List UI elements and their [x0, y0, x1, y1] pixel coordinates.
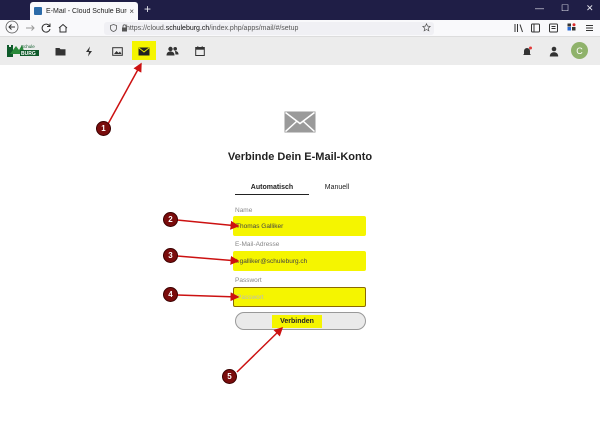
- sidebar-icon: [531, 23, 540, 33]
- menu-icon: [586, 25, 593, 31]
- contacts-nav[interactable]: [165, 44, 179, 58]
- url-path: /index.php/apps/mail/#/setup: [209, 25, 299, 32]
- tab-manual[interactable]: Manuell: [312, 184, 362, 191]
- name-field[interactable]: Thomas Galliker: [233, 216, 366, 236]
- photos-nav[interactable]: [110, 44, 124, 58]
- svg-text:BURG: BURG: [21, 51, 36, 57]
- annotation-badge-3: 3: [163, 248, 178, 263]
- arrow-5: [236, 326, 284, 373]
- calendar-icon: [195, 46, 205, 56]
- new-tab-button[interactable]: +: [144, 2, 151, 16]
- calendar-nav[interactable]: [193, 44, 207, 58]
- tracking-shield-icon[interactable]: [110, 24, 117, 34]
- annotation-badge-5: 5: [222, 369, 237, 384]
- arrow-2: [176, 219, 240, 230]
- browser-tab[interactable]: E-Mail - Cloud Schule Burg ×: [30, 2, 138, 20]
- arrow-4: [176, 292, 240, 302]
- email-field[interactable]: t.galliker@schuleburg.ch: [233, 251, 366, 271]
- url-prefix: https://cloud.: [126, 25, 166, 32]
- annotation-badge-2: 2: [163, 212, 178, 227]
- home-icon: [58, 23, 68, 33]
- arrow-1: [107, 62, 142, 125]
- bell-icon: [523, 46, 532, 55]
- arrow-left-icon: [5, 20, 19, 34]
- arrow-3: [176, 255, 240, 265]
- maximize-button[interactable]: ☐: [561, 3, 569, 14]
- annotation-badge-1: 1: [96, 121, 111, 136]
- favicon-icon: [34, 7, 42, 15]
- password-label: Passwort: [235, 277, 262, 284]
- person-icon: [549, 46, 559, 56]
- avatar[interactable]: C: [571, 42, 588, 59]
- close-window-button[interactable]: ✕: [586, 3, 594, 14]
- svg-text:Schule: Schule: [21, 44, 35, 49]
- contacts-menu-button[interactable]: [547, 44, 561, 58]
- tab-automatic[interactable]: Automatisch: [235, 184, 309, 195]
- schule-burg-logo[interactable]: Schule BURG: [6, 40, 40, 60]
- bookmark-star-icon[interactable]: [421, 22, 432, 34]
- reader-icon: [549, 23, 558, 33]
- activity-nav[interactable]: [82, 44, 96, 58]
- tab-title: E-Mail - Cloud Schule Burg: [46, 7, 128, 15]
- password-field[interactable]: Passwort: [233, 287, 366, 307]
- mail-hero-icon: [284, 111, 316, 133]
- mail-icon: [138, 46, 150, 55]
- folder-icon: [55, 47, 65, 55]
- lock-icon[interactable]: [121, 24, 128, 34]
- activity-icon: [86, 46, 92, 56]
- extensions-icon: [567, 23, 576, 31]
- url-bar[interactable]: https://cloud. schuleburg.ch/index.php/ap…: [104, 22, 434, 35]
- mail-nav[interactable]: [137, 44, 151, 58]
- library-icon: [514, 24, 523, 33]
- page-title: Verbinde Dein E-Mail-Konto: [227, 151, 373, 163]
- contacts-icon: [166, 46, 178, 56]
- name-label: Name: [235, 207, 253, 214]
- email-label: E-Mail-Adresse: [235, 241, 280, 248]
- image-icon: [111, 46, 123, 56]
- minimize-button[interactable]: —: [535, 3, 544, 13]
- reload-icon: [41, 23, 51, 33]
- annotation-badge-4: 4: [163, 287, 178, 302]
- tab-close-icon[interactable]: ×: [129, 7, 134, 16]
- files-nav[interactable]: [53, 44, 67, 58]
- arrow-right-icon: [26, 25, 35, 31]
- notifications-button[interactable]: [520, 44, 534, 58]
- url-domain: schuleburg.ch: [165, 25, 210, 32]
- connect-button-label[interactable]: Verbinden: [272, 315, 322, 328]
